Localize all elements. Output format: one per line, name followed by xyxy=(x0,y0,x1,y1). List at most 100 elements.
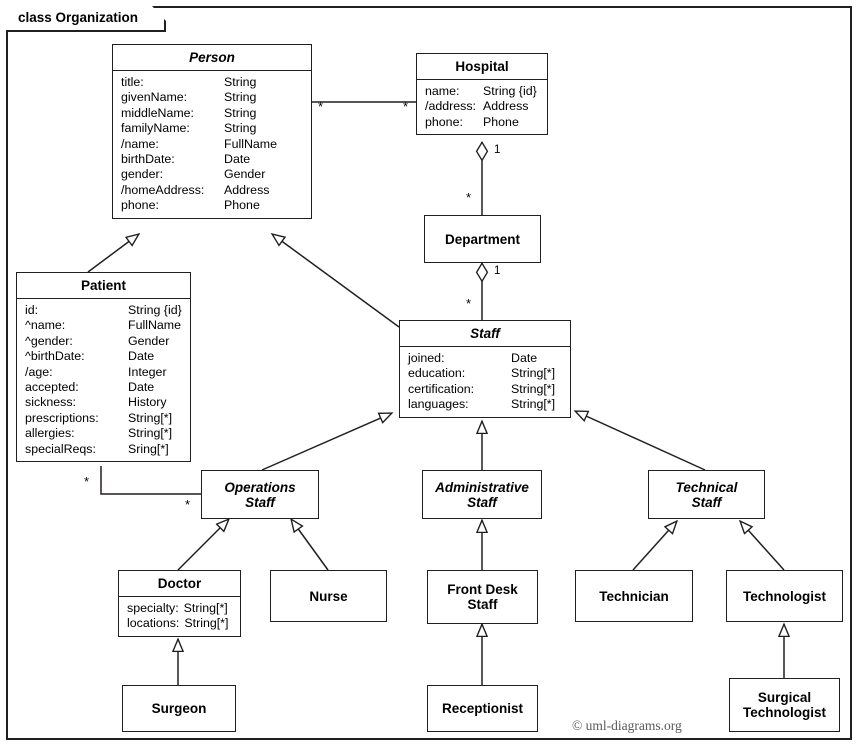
edge-doctor-operations xyxy=(177,519,229,571)
class-hospital[interactable]: Hospital name: String {id} /address: Addre… xyxy=(416,53,548,136)
multiplicity-hospital-department-department-end: * xyxy=(466,190,472,205)
attribute-row: phone: Phone xyxy=(113,198,311,213)
attribute-type: Integer xyxy=(128,364,167,379)
attribute-name: id: xyxy=(25,303,39,317)
class-technical-staff[interactable]: Technical Staff xyxy=(648,470,765,519)
attribute-name: name: xyxy=(425,84,460,98)
class-patient-attributes: id: String {id} ^name: FullName ^gender: Ge… xyxy=(17,298,190,461)
attribute-row: ^gender: Gender xyxy=(17,334,190,349)
attribute-row: specialty: String[*] xyxy=(119,601,240,616)
attribute-row: birthDate: Date xyxy=(113,152,311,167)
multiplicity-hospital-department-hospital-end: 1 xyxy=(494,144,501,156)
class-person[interactable]: Person title: String givenName: String mid… xyxy=(112,44,312,219)
attribute-name: familyName: xyxy=(121,121,190,136)
attribute-name: gender: xyxy=(121,167,164,182)
watermark-credit: © uml-diagrams.org xyxy=(572,718,682,733)
class-surgical-technologist[interactable]: Surgical Technologist xyxy=(729,678,840,732)
attribute-type: String[*] xyxy=(183,601,228,615)
attribute-type: Sring[*] xyxy=(128,441,169,456)
class-patient[interactable]: Patient id: String {id} ^name: FullName ^g… xyxy=(16,272,191,463)
attribute-row: name: String {id} xyxy=(417,84,547,99)
attribute-row: /homeAddress: Address xyxy=(113,183,311,198)
multiplicity-patient-operations-patient-end: * xyxy=(84,474,90,489)
multiplicity-person-hospital-hospital-end: * xyxy=(403,99,409,114)
multiplicity-department-staff-staff-end: * xyxy=(466,296,472,311)
class-operations-staff-title: Operations Staff xyxy=(224,479,296,510)
attribute-name: education: xyxy=(408,366,466,381)
class-department[interactable]: Department xyxy=(424,215,541,263)
edge-patient-person xyxy=(87,234,139,273)
class-surgeon[interactable]: Surgeon xyxy=(122,685,236,732)
class-hospital-title: Hospital xyxy=(455,59,509,74)
attribute-row: certification: String[*] xyxy=(400,382,570,397)
attribute-name: locations: xyxy=(127,616,180,631)
class-staff[interactable]: Staff joined: Date education: String[*] ce… xyxy=(399,320,571,418)
class-surgical-technologist-title: Surgical Technologist xyxy=(743,690,826,720)
edge-staff-person xyxy=(272,234,400,328)
attribute-name: birthDate: xyxy=(121,152,175,167)
attribute-name: specialty: xyxy=(127,601,179,615)
class-technician-title: Technician xyxy=(599,588,669,604)
attribute-name: middleName: xyxy=(121,105,194,120)
class-administrative-staff-title: Administrative Staff xyxy=(435,479,529,510)
class-staff-title: Staff xyxy=(470,326,500,341)
attribute-name: givenName: xyxy=(121,90,188,105)
class-department-title: Department xyxy=(444,231,520,247)
attribute-type: Address xyxy=(224,182,270,197)
attribute-row: languages: String[*] xyxy=(400,397,570,412)
class-person-title: Person xyxy=(189,50,235,65)
class-nurse[interactable]: Nurse xyxy=(270,570,387,622)
class-technician[interactable]: Technician xyxy=(575,570,693,622)
attribute-row: /age: Integer xyxy=(17,365,190,380)
attribute-type: String xyxy=(224,75,257,89)
class-hospital-attributes: name: String {id} /address: Address phone:… xyxy=(417,79,547,134)
attribute-name: phone: xyxy=(425,114,463,129)
class-front-desk-staff-title: Front Desk Staff xyxy=(447,582,518,612)
attribute-name: certification: xyxy=(408,381,475,396)
attribute-name: /name: xyxy=(121,136,159,151)
attribute-type: String xyxy=(224,105,257,120)
class-doctor-attributes: specialty: String[*] locations: String[*] xyxy=(119,596,240,636)
attribute-name: title: xyxy=(121,75,144,89)
attribute-row: prescriptions: String[*] xyxy=(17,411,190,426)
attribute-row: ^birthDate: Date xyxy=(17,349,190,364)
attribute-type: String[*] xyxy=(511,381,556,396)
attribute-name: /address: xyxy=(425,99,476,114)
attribute-row: /name: FullName xyxy=(113,137,311,152)
attribute-name: /homeAddress: xyxy=(121,182,205,197)
attribute-row: locations: String[*] xyxy=(119,616,240,631)
attribute-row: title: String xyxy=(113,75,311,90)
attribute-row: id: String {id} xyxy=(17,303,190,318)
attribute-row: education: String[*] xyxy=(400,366,570,381)
class-receptionist[interactable]: Receptionist xyxy=(427,685,538,732)
edge-technical-staff xyxy=(575,410,706,471)
attribute-type: Date xyxy=(128,349,155,364)
edge-technologist-technical xyxy=(740,521,785,571)
class-doctor[interactable]: Doctor specialty: String[*] locations: Str… xyxy=(118,570,241,637)
attribute-row: familyName: String xyxy=(113,121,311,136)
class-person-attributes: title: String givenName: String middleName… xyxy=(113,70,311,218)
attribute-row: accepted: Date xyxy=(17,380,190,395)
edge-technician-technical xyxy=(632,521,677,571)
class-receptionist-title: Receptionist xyxy=(441,701,523,716)
attribute-row: middleName: String xyxy=(113,106,311,121)
class-administrative-staff[interactable]: Administrative Staff xyxy=(422,470,542,519)
attribute-type: FullName xyxy=(128,318,182,333)
attribute-type: String[*] xyxy=(128,426,173,441)
class-technical-staff-title: Technical Staff xyxy=(675,479,738,510)
class-technologist[interactable]: Technologist xyxy=(726,570,843,622)
attribute-name: specialReqs: xyxy=(25,441,96,456)
attribute-name: languages: xyxy=(408,397,469,412)
multiplicity-department-staff-department-end: 1 xyxy=(494,265,501,277)
attribute-row: ^name: FullName xyxy=(17,318,190,333)
attribute-name: accepted: xyxy=(25,380,79,395)
attribute-name: phone: xyxy=(121,198,159,213)
attribute-type: Gender xyxy=(224,167,266,182)
class-front-desk-staff[interactable]: Front Desk Staff xyxy=(427,570,538,624)
attribute-type: Date xyxy=(511,351,538,365)
multiplicity-patient-operations-operations-end: * xyxy=(185,497,191,512)
attribute-name: sickness: xyxy=(25,395,76,410)
class-operations-staff[interactable]: Operations Staff xyxy=(201,470,319,519)
class-staff-attributes: joined: Date education: String[*] certific… xyxy=(400,346,570,417)
edge-patient-operations xyxy=(100,466,201,495)
